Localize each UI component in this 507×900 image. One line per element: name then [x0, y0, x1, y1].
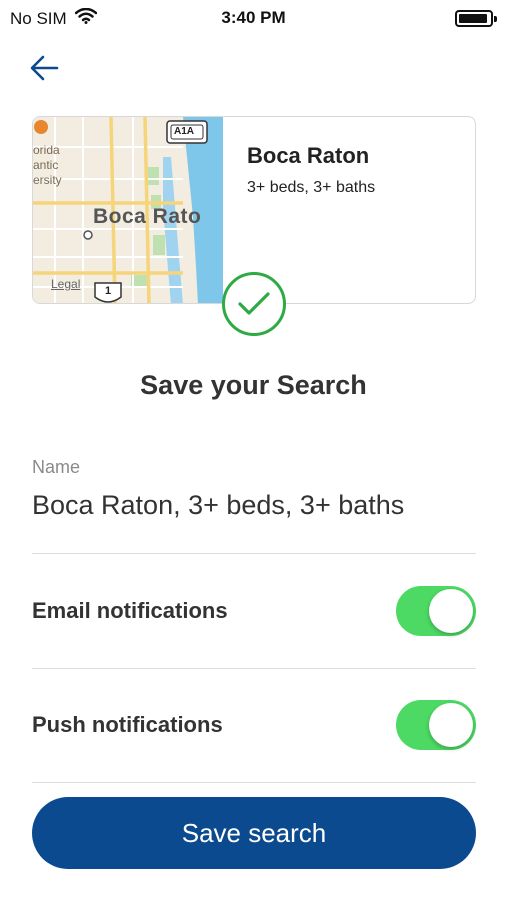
- status-bar: No SIM 3:40 PM: [0, 0, 507, 36]
- divider: [32, 668, 476, 669]
- map-city-label: Boca Rato: [93, 205, 202, 228]
- name-field[interactable]: [32, 485, 476, 525]
- push-notifications-label: Push notifications: [32, 712, 223, 737]
- push-notifications-toggle[interactable]: [396, 700, 476, 750]
- email-notifications-row: Email notifications: [32, 581, 476, 641]
- back-button[interactable]: [26, 50, 62, 86]
- map-university-label-3: ersity: [33, 173, 62, 187]
- card-info: Boca Raton 3+ beds, 3+ baths: [247, 143, 465, 197]
- map-university-label-1: orida: [33, 143, 60, 157]
- search-city-title: Boca Raton: [247, 143, 370, 168]
- search-criteria: 3+ beds, 3+ baths: [247, 179, 376, 196]
- save-search-button[interactable]: Save search: [32, 797, 476, 869]
- toggle-knob: [429, 703, 473, 747]
- success-check-icon: [222, 272, 286, 336]
- email-notifications-toggle[interactable]: [396, 586, 476, 636]
- toggle-knob: [429, 589, 473, 633]
- divider: [32, 782, 476, 783]
- email-notifications-label: Email notifications: [32, 598, 228, 623]
- map-road-shield-us1: 1: [105, 285, 112, 297]
- map-thumbnail: orida antic ersity Boca Rato A1A 1 Legal: [33, 117, 223, 303]
- arrow-left-icon: [30, 55, 59, 81]
- status-time: 3:40 PM: [221, 8, 286, 27]
- page-title: Save your Search: [140, 370, 367, 400]
- name-field-label: Name: [32, 457, 81, 477]
- map-legal-link[interactable]: Legal: [51, 277, 80, 291]
- battery-icon: [455, 10, 497, 27]
- map-university-label-2: antic: [33, 158, 59, 172]
- divider: [32, 553, 476, 554]
- push-notifications-row: Push notifications: [32, 695, 476, 755]
- map-road-shield-a1a: A1A: [174, 126, 195, 137]
